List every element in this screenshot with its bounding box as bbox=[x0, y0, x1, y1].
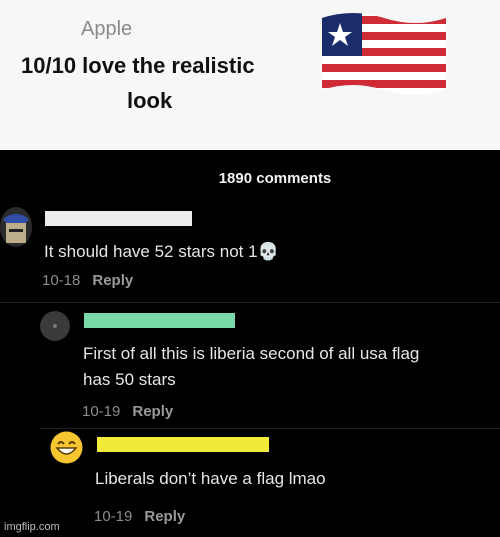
username-redacted-bar[interactable] bbox=[84, 313, 235, 328]
comment-meta: 10-19 Reply bbox=[94, 508, 185, 525]
comment-text-line1: First of all this is liberia second of a… bbox=[83, 344, 420, 363]
comments-count: 1890 comments bbox=[218, 170, 332, 187]
grinning-emoji-avatar[interactable] bbox=[50, 431, 83, 464]
post-author: Apple bbox=[81, 18, 133, 40]
divider bbox=[0, 302, 500, 303]
comment-date: 10-19 bbox=[94, 508, 133, 525]
divider bbox=[40, 428, 500, 429]
post-text-line1: 10/10 love the realistic bbox=[21, 53, 255, 78]
post-header: Apple 10/10 love the realistic look bbox=[0, 0, 500, 150]
liberia-flag-icon bbox=[322, 13, 446, 95]
reply-button[interactable]: Reply bbox=[92, 272, 133, 289]
comment-date: 10-19 bbox=[82, 403, 121, 420]
comment-date: 10-18 bbox=[42, 272, 81, 289]
reply-button[interactable]: Reply bbox=[132, 403, 173, 420]
comment-text: Liberals don’t have a flag lmao bbox=[95, 469, 326, 488]
avatar[interactable] bbox=[40, 311, 70, 341]
comment-meta: 10-18 Reply bbox=[42, 272, 133, 289]
username-redacted-bar[interactable] bbox=[45, 211, 192, 226]
comment-text-line2: has 50 stars bbox=[83, 370, 176, 389]
username-redacted-bar[interactable] bbox=[97, 437, 269, 452]
post-text-line2: look bbox=[127, 88, 173, 113]
comment-meta: 10-19 Reply bbox=[82, 403, 173, 420]
comment-text: It should have 52 stars not 1💀 bbox=[44, 242, 279, 261]
watermark: imgflip.com bbox=[4, 521, 60, 533]
avatar[interactable] bbox=[0, 207, 32, 247]
reply-button[interactable]: Reply bbox=[144, 508, 185, 525]
